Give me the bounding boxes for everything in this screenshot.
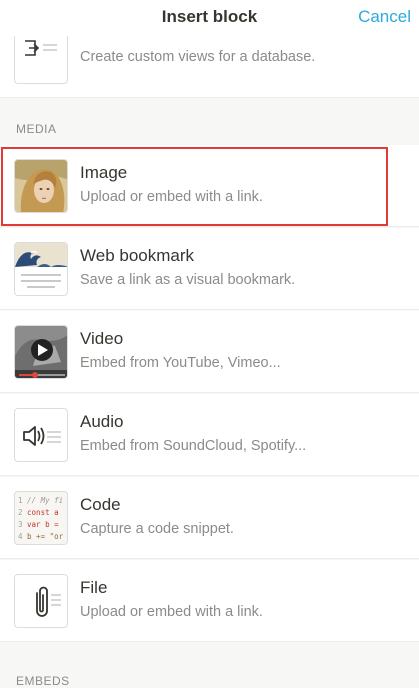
block-item-subtitle: Upload or embed with a link.	[80, 604, 263, 620]
block-item-title: Audio	[80, 412, 124, 431]
code-line: 2 const a	[18, 508, 59, 517]
block-item-subtitle: Create custom views for a database.	[80, 49, 316, 65]
block-item-title: Video	[80, 329, 124, 348]
paperclip-icon	[14, 574, 68, 628]
block-item-title: Code	[80, 495, 121, 514]
block-item-image[interactable]: Image Upload or embed with a link.	[0, 145, 419, 227]
audio-icon	[14, 408, 68, 462]
block-item-title: Image	[80, 163, 128, 182]
code-line: 1 // My fi	[18, 496, 64, 505]
section-heading-media: MEDIA	[16, 122, 57, 136]
code-thumbnail: 1 // My fi 2 const a 3 var b = 4 b += "o…	[14, 491, 68, 545]
block-item-video[interactable]: Video Embed from YouTube, Vimeo...	[0, 311, 419, 393]
block-item-subtitle: Embed from SoundCloud, Spotify...	[80, 438, 307, 454]
block-item-title: Web bookmark	[80, 246, 195, 265]
block-item-code[interactable]: 1 // My fi 2 const a 3 var b = 4 b += "o…	[0, 477, 419, 559]
section-heading-embeds: EMBEDS	[16, 674, 70, 688]
block-item-subtitle: Save a link as a visual bookmark.	[80, 272, 296, 288]
block-item-web-bookmark[interactable]: Web bookmark Save a link as a visual boo…	[0, 228, 419, 310]
code-line: 4 b += "or	[18, 532, 64, 541]
block-item-file[interactable]: File Upload or embed with a link.	[0, 560, 419, 642]
block-item-title: File	[80, 578, 108, 597]
code-line: 3 var b =	[18, 520, 59, 529]
bookmark-thumbnail	[14, 242, 68, 296]
page-title: Insert block	[161, 7, 258, 26]
block-item-subtitle: Capture a code snippet.	[80, 521, 234, 537]
cancel-button[interactable]: Cancel	[358, 7, 411, 27]
block-item-audio[interactable]: Audio Embed from SoundCloud, Spotify...	[0, 394, 419, 476]
linked-database-icon	[14, 30, 68, 84]
header-bar: Insert block Cancel	[0, 0, 419, 36]
video-thumbnail	[14, 325, 68, 379]
block-item-subtitle: Embed from YouTube, Vimeo...	[80, 355, 281, 371]
image-thumbnail	[14, 159, 68, 213]
block-item-subtitle: Upload or embed with a link.	[80, 189, 263, 205]
